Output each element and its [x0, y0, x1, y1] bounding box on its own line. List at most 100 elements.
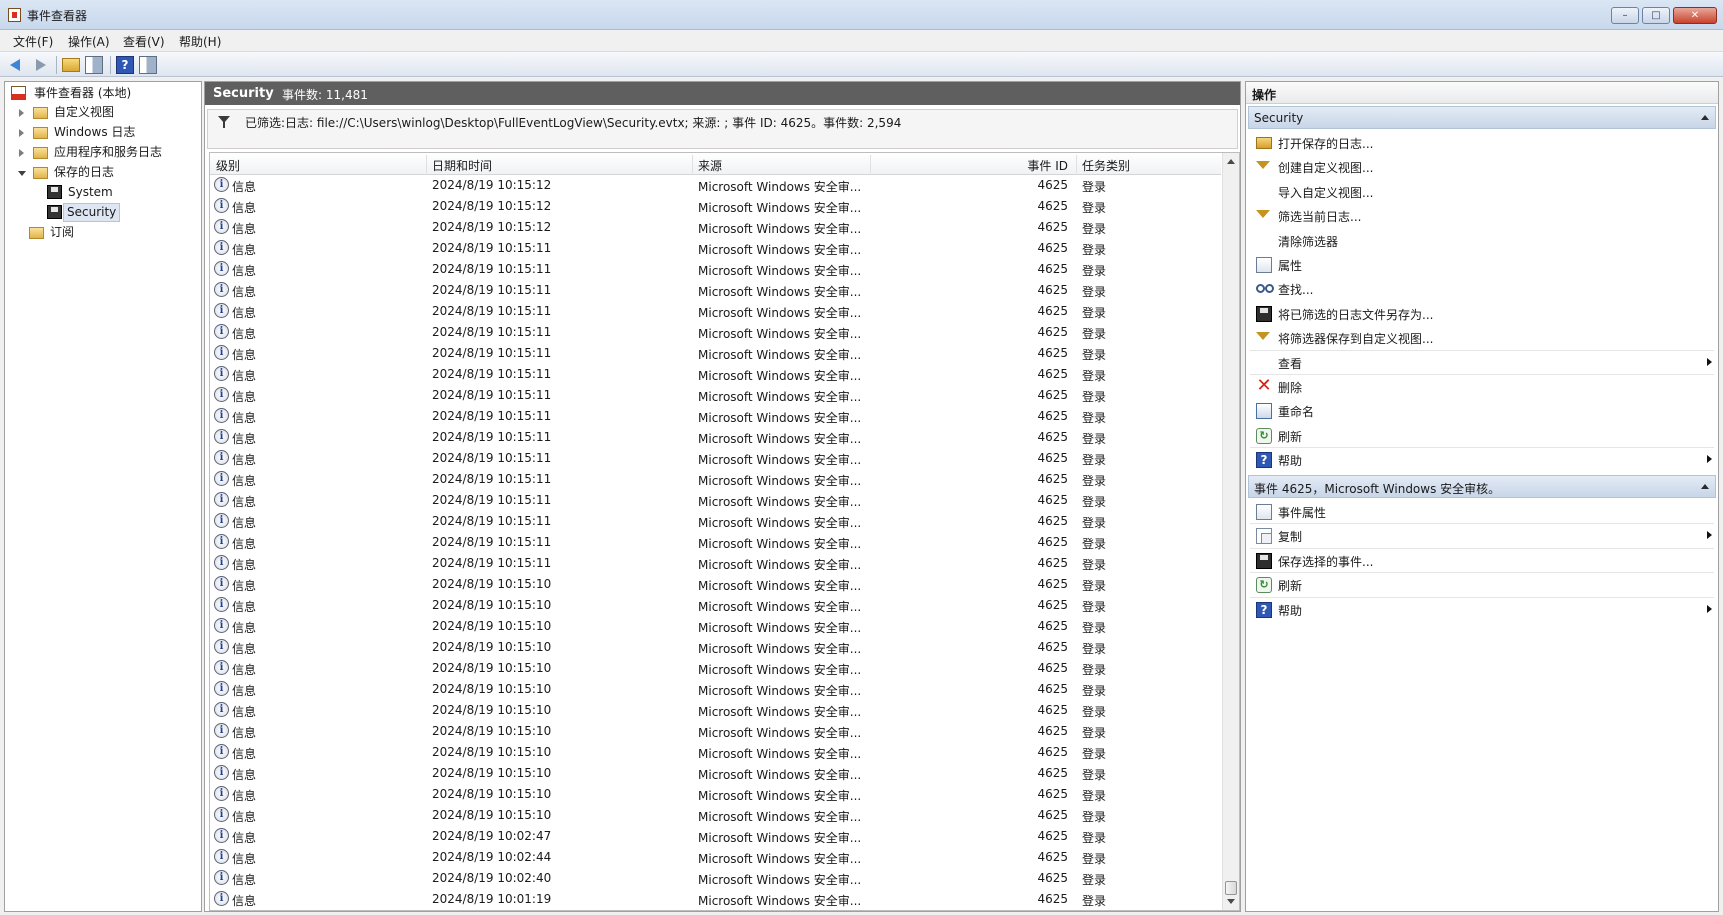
column-divider[interactable] [692, 155, 693, 173]
table-row[interactable]: i 信息 2024/8/19 10:15:10 Microsoft Windows 安… [210, 679, 1221, 700]
action-item[interactable]: 保存选择的事件... [1250, 549, 1714, 573]
table-row[interactable]: i 信息 2024/8/19 10:15:11 Microsoft Windows 安… [210, 532, 1221, 553]
table-row[interactable]: i 信息 2024/8/19 10:15:11 Microsoft Windows 安… [210, 301, 1221, 322]
cell-source: Microsoft Windows 安全审... [698, 768, 862, 782]
collapse-arrow-icon[interactable] [18, 171, 26, 176]
action-item[interactable]: 事件属性 [1250, 500, 1714, 524]
menu-action[interactable]: 操作(A) [68, 33, 110, 50]
vertical-scrollbar[interactable] [1222, 153, 1239, 910]
cell-source: Microsoft Windows 安全审... [698, 369, 862, 383]
close-button[interactable]: ✕ [1673, 7, 1717, 24]
table-row[interactable]: i 信息 2024/8/19 10:15:10 Microsoft Windows 安… [210, 784, 1221, 805]
table-row[interactable]: i 信息 2024/8/19 10:02:47 Microsoft Windows 安… [210, 826, 1221, 847]
table-row[interactable]: i 信息 2024/8/19 10:15:11 Microsoft Windows 安… [210, 448, 1221, 469]
show-hide-tree-icon[interactable] [85, 56, 103, 74]
table-row[interactable]: i 信息 2024/8/19 10:15:10 Microsoft Windows 安… [210, 805, 1221, 826]
table-row[interactable]: i 信息 2024/8/19 10:15:11 Microsoft Windows 安… [210, 469, 1221, 490]
table-row[interactable]: i 信息 2024/8/19 10:15:11 Microsoft Windows 安… [210, 280, 1221, 301]
cell-task: 登录 [1082, 243, 1107, 257]
action-item[interactable]: ↻ 刷新 [1250, 573, 1714, 597]
actions-section-security[interactable]: Security [1248, 106, 1716, 129]
action-item[interactable]: 查找... [1250, 277, 1714, 301]
expand-arrow-icon[interactable] [19, 129, 24, 137]
scroll-down-arrow-icon[interactable] [1227, 899, 1235, 904]
cell-event-id: 4625 [1037, 199, 1068, 213]
action-item[interactable]: 将已筛选的日志文件另存为... [1250, 302, 1714, 326]
table-row[interactable]: i 信息 2024/8/19 10:15:11 Microsoft Windows 安… [210, 511, 1221, 532]
table-row[interactable]: i 信息 2024/8/19 10:15:11 Microsoft Windows 安… [210, 490, 1221, 511]
action-item[interactable]: 导入自定义视图... [1250, 180, 1714, 204]
forward-arrow-icon[interactable] [30, 56, 48, 74]
cell-datetime: 2024/8/19 10:15:10 [432, 661, 552, 675]
column-header-task[interactable]: 任务类别 [1082, 157, 1130, 174]
table-row[interactable]: i 信息 2024/8/19 10:15:11 Microsoft Windows 安… [210, 427, 1221, 448]
table-row[interactable]: i 信息 2024/8/19 10:15:10 Microsoft Windows 安… [210, 574, 1221, 595]
action-item[interactable]: 打开保存的日志... [1250, 131, 1714, 155]
minimize-button[interactable]: – [1611, 7, 1639, 24]
action-item[interactable]: 重命名 [1250, 399, 1714, 423]
expand-arrow-icon[interactable] [19, 109, 24, 117]
table-row[interactable]: i 信息 2024/8/19 10:15:11 Microsoft Windows 安… [210, 322, 1221, 343]
help-icon[interactable]: ? [116, 56, 134, 74]
table-row[interactable]: i 信息 2024/8/19 10:02:44 Microsoft Windows 安… [210, 847, 1221, 868]
column-header-level[interactable]: 级别 [216, 157, 240, 174]
table-row[interactable]: i 信息 2024/8/19 10:15:10 Microsoft Windows 安… [210, 763, 1221, 784]
scroll-up-arrow-icon[interactable] [1227, 159, 1235, 164]
collapse-arrow-icon[interactable] [1701, 484, 1709, 489]
up-folder-icon[interactable] [62, 58, 80, 72]
action-item[interactable]: ? 帮助 [1250, 448, 1714, 472]
cell-event-id: 4625 [1037, 703, 1068, 717]
show-hide-action-pane-icon[interactable] [139, 56, 157, 74]
menu-help[interactable]: 帮助(H) [179, 33, 221, 50]
cell-event-id: 4625 [1037, 241, 1068, 255]
table-row[interactable]: i 信息 2024/8/19 10:15:11 Microsoft Windows 安… [210, 406, 1221, 427]
folder-icon [33, 127, 48, 139]
column-header-event-id[interactable]: 事件 ID [998, 157, 1068, 174]
actions-section-event[interactable]: 事件 4625，Microsoft Windows 安全审核。 [1248, 475, 1716, 498]
table-row[interactable]: i 信息 2024/8/19 10:15:10 Microsoft Windows 安… [210, 700, 1221, 721]
collapse-arrow-icon[interactable] [1701, 115, 1709, 120]
action-item[interactable]: 清除筛选器 [1250, 229, 1714, 253]
expand-arrow-icon[interactable] [19, 149, 24, 157]
action-item[interactable]: ? 帮助 [1250, 598, 1714, 622]
menu-file[interactable]: 文件(F) [13, 33, 53, 50]
table-row[interactable]: i 信息 2024/8/19 10:15:12 Microsoft Windows 安… [210, 217, 1221, 238]
action-item[interactable]: 查看 [1250, 351, 1714, 375]
table-row[interactable]: i 信息 2024/8/19 10:15:11 Microsoft Windows 安… [210, 238, 1221, 259]
table-row[interactable]: i 信息 2024/8/19 10:15:11 Microsoft Windows 安… [210, 364, 1221, 385]
column-divider[interactable] [1076, 155, 1077, 173]
column-header-source[interactable]: 来源 [698, 157, 722, 174]
back-arrow-icon[interactable] [8, 56, 26, 74]
column-divider[interactable] [426, 155, 427, 173]
filter-icon [1256, 210, 1270, 219]
table-row[interactable]: i 信息 2024/8/19 10:15:10 Microsoft Windows 安… [210, 637, 1221, 658]
table-row[interactable]: i 信息 2024/8/19 10:15:12 Microsoft Windows 安… [210, 175, 1221, 196]
table-row[interactable]: i 信息 2024/8/19 10:15:10 Microsoft Windows 安… [210, 721, 1221, 742]
table-header: 级别 日期和时间 来源 事件 ID 任务类别 [210, 153, 1221, 175]
refresh-icon: ↻ [1256, 577, 1272, 594]
table-row[interactable]: i 信息 2024/8/19 10:15:10 Microsoft Windows 安… [210, 595, 1221, 616]
table-row[interactable]: i 信息 2024/8/19 10:15:11 Microsoft Windows 安… [210, 259, 1221, 280]
action-item[interactable]: ✕ 删除 [1250, 375, 1714, 399]
action-item[interactable]: 将筛选器保存到自定义视图... [1250, 326, 1714, 350]
table-row[interactable]: i 信息 2024/8/19 10:15:11 Microsoft Windows 安… [210, 553, 1221, 574]
maximize-button[interactable]: □ [1642, 7, 1670, 24]
table-row[interactable]: i 信息 2024/8/19 10:15:11 Microsoft Windows 安… [210, 343, 1221, 364]
table-row[interactable]: i 信息 2024/8/19 10:15:12 Microsoft Windows 安… [210, 196, 1221, 217]
table-row[interactable]: i 信息 2024/8/19 10:15:10 Microsoft Windows 安… [210, 742, 1221, 763]
table-row[interactable]: i 信息 2024/8/19 10:01:19 Microsoft Windows 安… [210, 889, 1221, 910]
scroll-thumb[interactable] [1225, 881, 1237, 895]
table-row[interactable]: i 信息 2024/8/19 10:15:10 Microsoft Windows 安… [210, 616, 1221, 637]
action-item[interactable]: ↻ 刷新 [1250, 424, 1714, 448]
action-item[interactable]: 筛选当前日志... [1250, 204, 1714, 228]
column-divider[interactable] [870, 155, 871, 173]
action-item[interactable]: 属性 [1250, 253, 1714, 277]
action-item[interactable]: 创建自定义视图... [1250, 155, 1714, 179]
table-row[interactable]: i 信息 2024/8/19 10:15:10 Microsoft Windows 安… [210, 658, 1221, 679]
table-row[interactable]: i 信息 2024/8/19 10:02:40 Microsoft Windows 安… [210, 868, 1221, 889]
properties-icon [1256, 504, 1272, 520]
table-row[interactable]: i 信息 2024/8/19 10:15:11 Microsoft Windows 安… [210, 385, 1221, 406]
menu-view[interactable]: 查看(V) [123, 33, 165, 50]
column-header-datetime[interactable]: 日期和时间 [432, 157, 492, 174]
action-item[interactable]: 复制 [1250, 524, 1714, 548]
